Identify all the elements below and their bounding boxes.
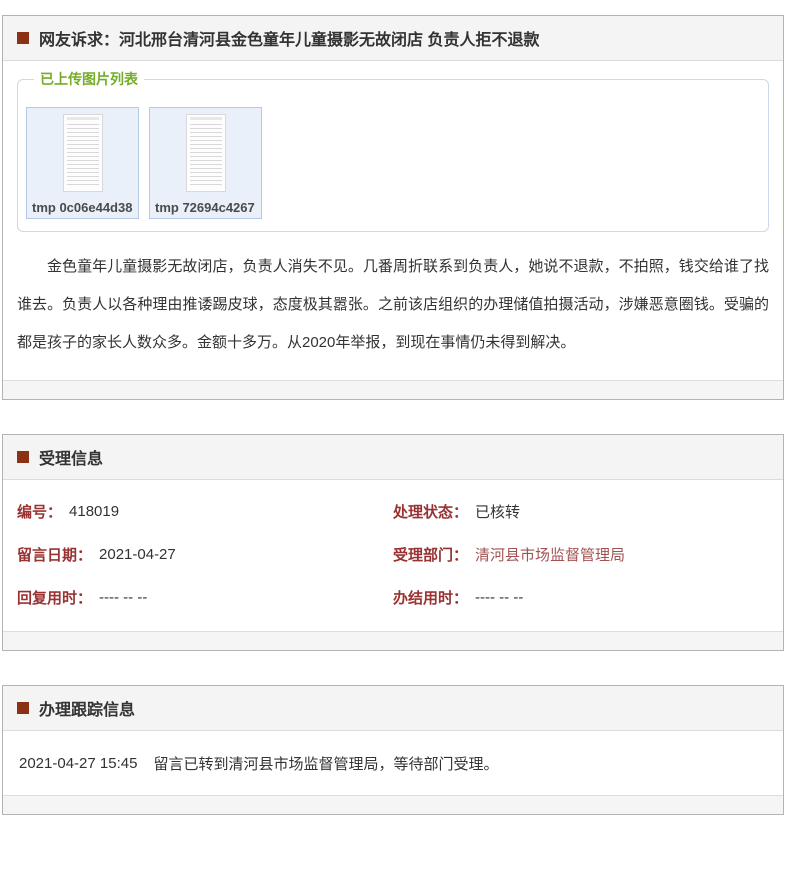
field-message-date: 留言日期： 2021-04-27 xyxy=(17,544,393,565)
complaint-card-header: 网友诉求：河北邢台清河县金色童年儿童摄影无故闭店 负责人拒不退款 xyxy=(3,16,783,61)
section-bullet-icon xyxy=(17,451,29,463)
status-badge: 已核转 xyxy=(475,504,521,521)
info-row: 留言日期： 2021-04-27 受理部门： 清河县市场监督管理局 xyxy=(17,533,769,576)
field-label: 受理部门： xyxy=(393,547,469,564)
complaint-detail-page: 网友诉求：河北邢台清河县金色童年儿童摄影无故闭店 负责人拒不退款 已上传图片列表… xyxy=(0,0,786,815)
thumbnail-filename: tmp 72694c4267 xyxy=(155,200,255,215)
acceptance-title: 受理信息 xyxy=(39,451,104,468)
section-bullet-icon xyxy=(17,32,29,44)
info-row: 回复用时： ---- -- -- 办结用时： ---- -- -- xyxy=(17,576,769,619)
tracking-card: 办理跟踪信息 2021-04-27 15:45 留言已转到清河县市场监督管理局，… xyxy=(2,685,784,815)
acceptance-info-grid: 编号： 418019 处理状态： 已核转 留言日期： 2021-04-27 受理… xyxy=(3,480,783,631)
uploaded-images-list: tmp 0c06e44d38 tmp 72694c4267 xyxy=(26,107,760,219)
complaint-title: 网友诉求：河北邢台清河县金色童年儿童摄影无故闭店 负责人拒不退款 xyxy=(39,32,540,49)
field-reply-duration: 回复用时： ---- -- -- xyxy=(17,587,393,608)
info-row: 编号： 418019 处理状态： 已核转 xyxy=(17,490,769,533)
thumbnail-filename: tmp 0c06e44d38 xyxy=(32,200,133,215)
tracking-record: 2021-04-27 15:45 留言已转到清河县市场监督管理局，等待部门受理。 xyxy=(3,731,783,795)
tracking-record-time: 2021-04-27 15:45 xyxy=(19,754,138,772)
field-label: 留言日期： xyxy=(17,547,93,564)
field-value: ---- -- -- xyxy=(99,589,148,606)
field-process-status: 处理状态： 已核转 xyxy=(393,501,769,522)
field-accepting-department: 受理部门： 清河县市场监督管理局 xyxy=(393,544,769,565)
uploaded-images-fieldset: 已上传图片列表 tmp 0c06e44d38 tmp 72694c4267 xyxy=(17,69,769,232)
uploaded-images-legend: 已上传图片列表 xyxy=(40,71,138,87)
field-label: 处理状态： xyxy=(393,504,469,521)
card-footer-bar xyxy=(3,631,783,650)
acceptance-card: 受理信息 编号： 418019 处理状态： 已核转 留言日期： 2021-04-… xyxy=(2,434,784,651)
uploaded-image-thumbnail[interactable]: tmp 72694c4267 xyxy=(149,107,262,219)
field-value: ---- -- -- xyxy=(475,589,524,606)
chat-screenshot-image[interactable] xyxy=(185,114,226,192)
complaint-body-text: 金色童年儿童摄影无故闭店，负责人消失不见。几番周折联系到负责人，她说不退款，不拍… xyxy=(17,258,769,351)
field-label: 编号： xyxy=(17,504,63,521)
field-case-number: 编号： 418019 xyxy=(17,501,393,522)
field-label: 办结用时： xyxy=(393,590,469,607)
tracking-title: 办理跟踪信息 xyxy=(39,702,136,719)
tracking-record-text: 留言已转到清河县市场监督管理局，等待部门受理。 xyxy=(153,755,499,773)
field-value: 2021-04-27 xyxy=(99,546,176,563)
section-bullet-icon xyxy=(17,702,29,714)
field-completion-duration: 办结用时： ---- -- -- xyxy=(393,587,769,608)
field-label: 回复用时： xyxy=(17,590,93,607)
complaint-card-body: 已上传图片列表 tmp 0c06e44d38 tmp 72694c4267 金色… xyxy=(3,69,783,362)
tracking-card-header: 办理跟踪信息 xyxy=(3,686,783,731)
field-value: 418019 xyxy=(69,503,120,520)
uploaded-image-thumbnail[interactable]: tmp 0c06e44d38 xyxy=(26,107,139,219)
department-link[interactable]: 清河县市场监督管理局 xyxy=(475,544,625,565)
acceptance-card-header: 受理信息 xyxy=(3,435,783,480)
chat-screenshot-image[interactable] xyxy=(62,114,103,192)
card-footer-bar xyxy=(3,380,783,399)
complaint-card: 网友诉求：河北邢台清河县金色童年儿童摄影无故闭店 负责人拒不退款 已上传图片列表… xyxy=(2,15,784,400)
card-footer-bar xyxy=(3,795,783,814)
